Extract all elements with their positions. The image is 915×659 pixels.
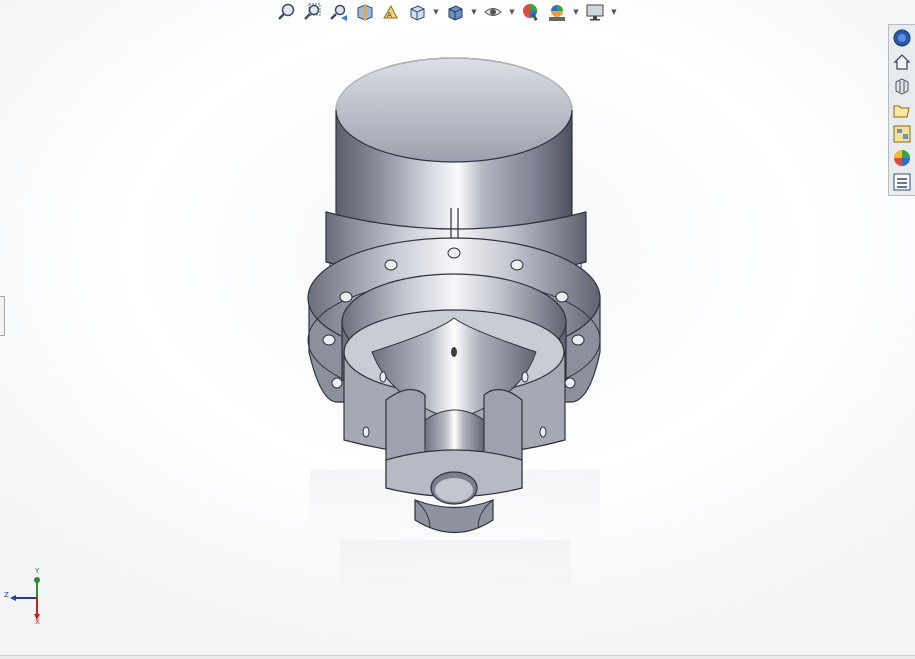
edit-appearance-icon[interactable] [520,1,542,23]
left-pane-handle[interactable] [0,296,5,336]
triad-x-label: X [35,618,40,624]
graphics-area[interactable]: A ▼ ▼ ▼ ▼ ▼ Y Z X [0,0,915,659]
display-style-dropdown[interactable]: ▼ [470,1,478,23]
view-orientation-icon[interactable] [406,1,428,23]
display-style-icon[interactable] [444,1,466,23]
triad-z-label: Z [4,591,9,599]
previous-view-icon[interactable] [328,1,350,23]
task-pane-tabs [888,24,915,196]
view-orientation-dropdown[interactable]: ▼ [432,1,440,23]
svg-text:A: A [387,11,392,19]
view-settings-dropdown[interactable]: ▼ [610,1,618,23]
part-model[interactable] [0,0,915,659]
appearances-icon[interactable] [891,147,913,169]
section-view-icon[interactable] [354,1,376,23]
custom-properties-icon[interactable] [891,171,913,193]
zoom-to-area-icon[interactable] [302,1,324,23]
zoom-to-fit-icon[interactable] [276,1,298,23]
folder-icon[interactable] [891,99,913,121]
apply-scene-dropdown[interactable]: ▼ [572,1,580,23]
scene-icon[interactable] [546,1,568,23]
triad-y-label: Y [34,567,40,575]
hide-show-dropdown[interactable]: ▼ [508,1,516,23]
home-icon[interactable] [891,51,913,73]
view-palette-icon[interactable] [891,123,913,145]
design-library-icon[interactable] [891,75,913,97]
heads-up-view-toolbar: A ▼ ▼ ▼ ▼ ▼ [276,0,618,24]
bottom-status-strip [0,655,915,659]
resources-icon[interactable] [891,27,913,49]
reference-triad: Y Z X [4,567,40,624]
eye-icon[interactable] [482,1,504,23]
monitor-icon[interactable] [584,1,606,23]
main-cylinder [335,57,573,248]
annotation-view-icon[interactable]: A [380,1,402,23]
